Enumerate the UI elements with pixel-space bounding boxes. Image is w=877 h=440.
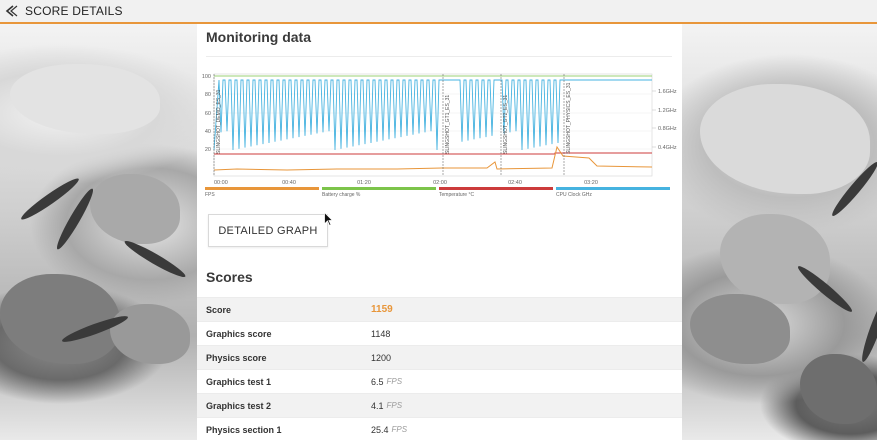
back-button[interactable]: [0, 0, 20, 22]
legend-label: Battery charge %: [322, 192, 361, 198]
legend-item: FPS: [205, 187, 321, 198]
y-right-tick-label: 0.8GHz: [658, 126, 677, 132]
legend-label: CPU Clock GHz: [556, 192, 592, 198]
row-value: 1200: [371, 352, 392, 363]
y-tick-label: 60: [205, 111, 211, 117]
row-value: 25.4: [371, 424, 389, 435]
table-row: Physics section 1 25.4 FPS: [197, 417, 682, 440]
page-title: SCORE DETAILS: [25, 4, 123, 18]
row-value: 4.1: [371, 400, 384, 411]
legend-swatch: [205, 187, 319, 190]
legend-swatch: [322, 187, 436, 190]
x-tick-label: 00:40: [282, 180, 296, 186]
detailed-graph-button[interactable]: DETAILED GRAPH: [208, 214, 328, 247]
x-tick-label: 02:00: [433, 180, 447, 186]
monitoring-title: Monitoring data: [206, 29, 311, 45]
table-row: Graphics score 1148: [197, 321, 682, 345]
row-label: Graphics test 2: [206, 400, 272, 411]
table-row: Physics score 1200: [197, 345, 682, 369]
scores-title: Scores: [206, 269, 253, 285]
x-tick-label: 02:40: [508, 180, 522, 186]
y-tick-label: 100: [202, 74, 211, 80]
row-label: Graphics score: [206, 328, 272, 339]
legend-item: CPU Clock GHz: [556, 187, 672, 198]
y-right-tick-label: 0.4GHz: [658, 145, 677, 151]
y-tick-label: 40: [205, 129, 211, 135]
y-tick-label: 80: [205, 92, 211, 98]
top-bar: SCORE DETAILS: [0, 0, 877, 24]
row-unit: FPS: [386, 401, 403, 410]
test-marker-label: SLINGSHOT_PHYSICS_ES_31: [566, 82, 572, 154]
test-marker-label: SLINGSHOT_DEMO_ES_31: [216, 89, 222, 154]
legend-item: Temperature °C: [439, 187, 555, 198]
legend-label: Temperature °C: [439, 192, 475, 198]
scores-table: Score 1159 Graphics score 1148 Physics s…: [197, 297, 682, 440]
chart-legend: FPS Battery charge % Temperature °C CPU Clo…: [205, 187, 672, 198]
row-label: Physics score: [206, 352, 267, 363]
row-value: 1148: [371, 328, 391, 339]
row-unit: FPS: [386, 377, 403, 386]
x-tick-label: 03:20: [584, 180, 598, 186]
y-right-tick-label: 1.6GHz: [658, 89, 677, 95]
y-right-tick-label: 1.2GHz: [658, 108, 677, 114]
row-label: Physics section 1: [206, 424, 282, 435]
divider: [206, 56, 672, 57]
legend-swatch: [439, 187, 553, 190]
table-row: Graphics test 1 6.5 FPS: [197, 369, 682, 393]
mouse-cursor-icon: [324, 212, 333, 226]
legend-label: FPS: [205, 192, 215, 198]
back-arrow-icon: [5, 5, 18, 17]
test-marker-label: SLINGSHOT_GT1_ES_31: [445, 95, 451, 154]
x-tick-label: 01:20: [357, 180, 371, 186]
row-label: Score: [206, 304, 232, 315]
table-row: Score 1159: [197, 297, 682, 321]
x-tick-label: 00:00: [214, 180, 228, 186]
score-details-panel: Monitoring data 100 80 60 40 20 1.6GHz 1.2GHz 0…: [197, 24, 682, 440]
test-marker-label: SLINGSHOT_GT2_ES_31: [503, 95, 509, 154]
monitoring-chart: 100 80 60 40 20 1.6GHz 1.2GHz 0.8GHz 0.4GHz 00:00…: [202, 73, 677, 186]
row-unit: FPS: [391, 425, 408, 434]
legend-item: Battery charge %: [322, 187, 438, 198]
legend-swatch: [556, 187, 670, 190]
row-value: 6.5: [371, 376, 384, 387]
row-label: Graphics test 1: [206, 376, 272, 387]
y-tick-label: 20: [205, 147, 211, 153]
table-row: Graphics test 2 4.1 FPS: [197, 393, 682, 417]
row-value: 1159: [371, 304, 393, 315]
